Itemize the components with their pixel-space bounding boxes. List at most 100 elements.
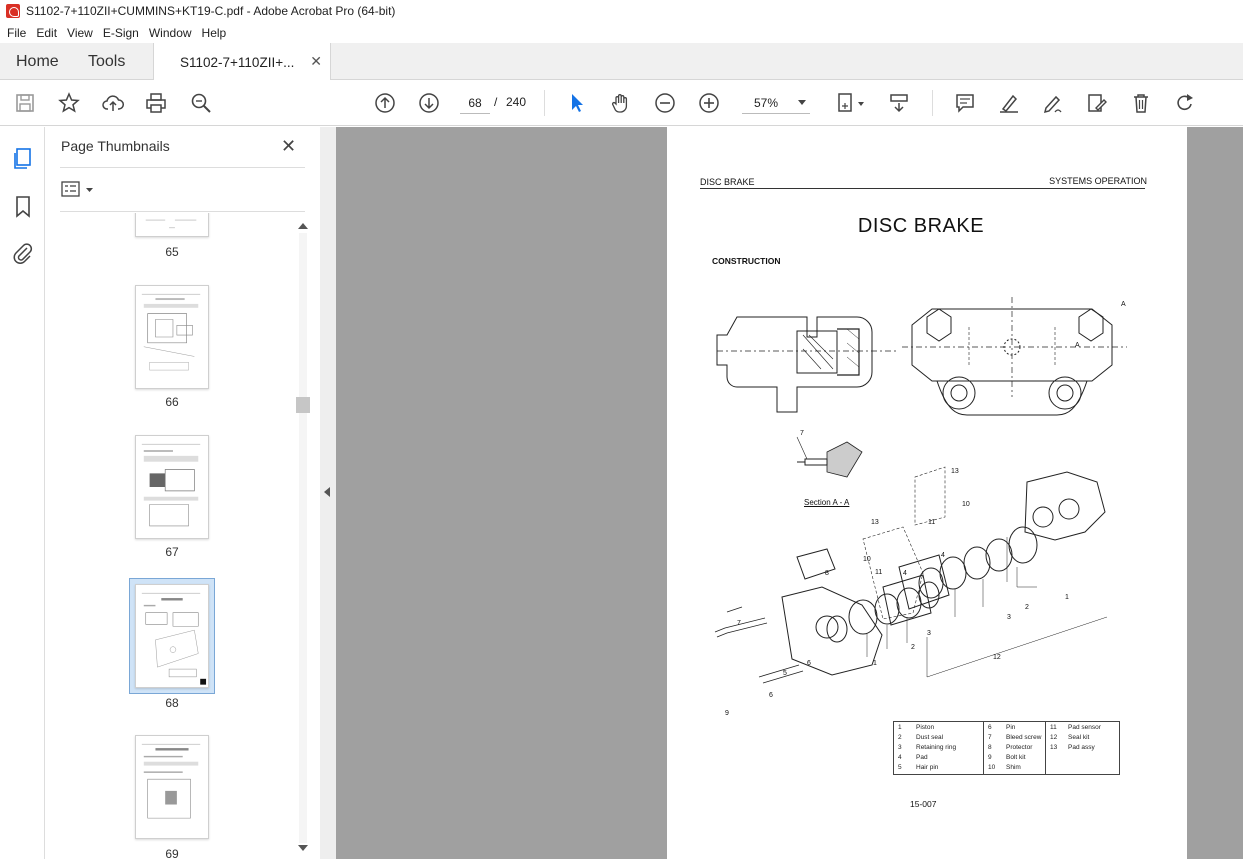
hand-tool-icon[interactable]	[609, 91, 633, 115]
upload-cloud-icon[interactable]	[101, 91, 125, 115]
scroll-up-icon[interactable]	[296, 221, 310, 231]
sign-pen-icon[interactable]	[1041, 91, 1065, 115]
collapse-panel-handle[interactable]	[320, 127, 336, 859]
callout-10-lower: 10	[863, 556, 871, 563]
highlight-pen-icon[interactable]	[997, 91, 1021, 115]
legend-item-name: Seal kit	[1068, 734, 1090, 741]
scrollbar-thumb[interactable]	[296, 397, 310, 413]
zoom-level-value: 57%	[754, 95, 779, 110]
scrollbar-track[interactable]	[299, 233, 307, 843]
bookmark-star-icon[interactable]	[57, 91, 81, 115]
callout-11-upper: 11	[928, 519, 935, 526]
page-total: 240	[506, 95, 527, 109]
toolbar-divider	[932, 90, 933, 116]
menu-view[interactable]: View	[62, 26, 98, 40]
callout-4-upper: 4	[941, 552, 945, 559]
next-page-icon[interactable]	[417, 91, 441, 115]
page-thumbnails-icon[interactable]	[11, 147, 35, 171]
callout-4-lower: 4	[903, 570, 907, 577]
legend-item-name: Hair pin	[916, 764, 939, 771]
thumbnail-options-button[interactable]	[61, 180, 97, 200]
legend-item-number: 13	[1050, 744, 1058, 751]
page-title: DISC BRAKE	[857, 215, 985, 237]
callout-13-lower: 13	[871, 519, 879, 526]
parts-legend-table: 1 Piston 2 Dust seal 3 Retaining ring 4 Pad 5 Hai…	[893, 721, 1120, 775]
legend-item-name: Piston	[916, 724, 935, 731]
menu-help[interactable]: Help	[197, 26, 232, 40]
legend-item-name: Pad sensor	[1068, 724, 1101, 731]
bookmarks-icon[interactable]	[11, 195, 35, 219]
callout-A-center: A	[1075, 342, 1080, 349]
scroll-mode-icon[interactable]	[887, 91, 911, 115]
page-separator: /	[494, 95, 498, 109]
document-viewer[interactable]: DISC BRAKE SYSTEMS OPERATION DISC BRAKE …	[336, 127, 1243, 859]
legend-item-number: 8	[988, 744, 992, 751]
title-bar: S1102-7+110ZII+CUMMINS+KT19-C.pdf - Adob…	[0, 0, 1243, 22]
close-panel-icon[interactable]: ✕	[281, 136, 296, 157]
callout-7-lower: 7	[737, 620, 741, 627]
figure-number: 15-007	[910, 799, 937, 809]
rotate-icon[interactable]	[1173, 91, 1197, 115]
callout-12: 12	[993, 654, 1001, 661]
menu-window[interactable]: Window	[144, 26, 197, 40]
acrobat-icon	[6, 4, 20, 18]
zoom-out-icon[interactable]	[653, 91, 677, 115]
fit-page-icon[interactable]	[834, 91, 868, 115]
legend-item-number: 7	[988, 734, 992, 741]
thumbnail-page-69[interactable]	[135, 735, 209, 839]
header-rule	[700, 188, 1145, 189]
zoom-level-select[interactable]: 57%	[742, 92, 810, 114]
thumbnail-page-67[interactable]	[135, 435, 209, 539]
thumbnail-label: 66	[165, 395, 179, 409]
edit-pdf-icon[interactable]	[1085, 91, 1109, 115]
zoom-in-icon[interactable]	[697, 91, 721, 115]
callout-3-lower: 3	[927, 630, 931, 637]
tab-bar: Home Tools S1102-7+110ZII+... ✕	[0, 43, 1243, 81]
legend-item-number: 2	[898, 734, 902, 741]
callout-7-section: 7	[800, 430, 804, 437]
panel-divider	[60, 167, 305, 168]
thumbnail-scrollbar[interactable]	[296, 219, 310, 855]
save-icon[interactable]	[13, 91, 37, 115]
legend-item-number: 12	[1050, 734, 1058, 741]
menu-esign[interactable]: E-Sign	[98, 26, 144, 40]
thumbnail-label: 65	[165, 245, 179, 259]
callout-13-upper: 13	[951, 468, 959, 475]
panel-title: Page Thumbnails	[61, 138, 170, 154]
tab-document[interactable]: S1102-7+110ZII+... ✕	[153, 43, 331, 81]
comment-icon[interactable]	[953, 91, 977, 115]
print-icon[interactable]	[144, 91, 168, 115]
select-cursor-icon[interactable]	[565, 91, 589, 115]
tab-home[interactable]: Home	[16, 43, 59, 80]
legend-item-name: Bleed screw	[1006, 734, 1042, 741]
tab-tools[interactable]: Tools	[88, 43, 125, 80]
menu-bar: File Edit View E-Sign Window Help	[0, 22, 1243, 43]
delete-trash-icon[interactable]	[1129, 91, 1153, 115]
callout-1-lower: 1	[873, 660, 877, 667]
page-header-right: SYSTEMS OPERATION	[1049, 176, 1147, 186]
thumbnail-page-65[interactable]	[135, 213, 209, 237]
thumbnail-page-66[interactable]	[135, 285, 209, 389]
callout-1-upper: 1	[1065, 594, 1069, 601]
close-tab-icon[interactable]: ✕	[310, 53, 322, 70]
scroll-down-icon[interactable]	[296, 843, 310, 853]
toolbar-divider	[544, 90, 545, 116]
search-zoom-icon[interactable]	[189, 91, 213, 115]
callout-A-front: A	[1121, 301, 1126, 308]
pdf-page: DISC BRAKE SYSTEMS OPERATION DISC BRAKE …	[667, 127, 1187, 859]
callout-5: 5	[783, 670, 787, 677]
callout-10-upper: 10	[962, 501, 970, 508]
menu-edit[interactable]: Edit	[31, 26, 62, 40]
legend-item-name: Pin	[1006, 724, 1016, 731]
callout-11-lower: 11	[875, 569, 882, 576]
thumbnail-page-68[interactable]	[135, 584, 209, 688]
callout-6-left: 6	[769, 692, 773, 699]
page-number-input[interactable]: 68	[460, 92, 490, 114]
menu-file[interactable]: File	[2, 26, 31, 40]
legend-item-name: Retaining ring	[916, 744, 957, 751]
callout-3-upper: 3	[1007, 614, 1011, 621]
section-heading: CONSTRUCTION	[712, 256, 781, 266]
callout-6-right: 6	[807, 660, 811, 667]
attachments-paperclip-icon[interactable]	[11, 241, 35, 265]
previous-page-icon[interactable]	[373, 91, 397, 115]
